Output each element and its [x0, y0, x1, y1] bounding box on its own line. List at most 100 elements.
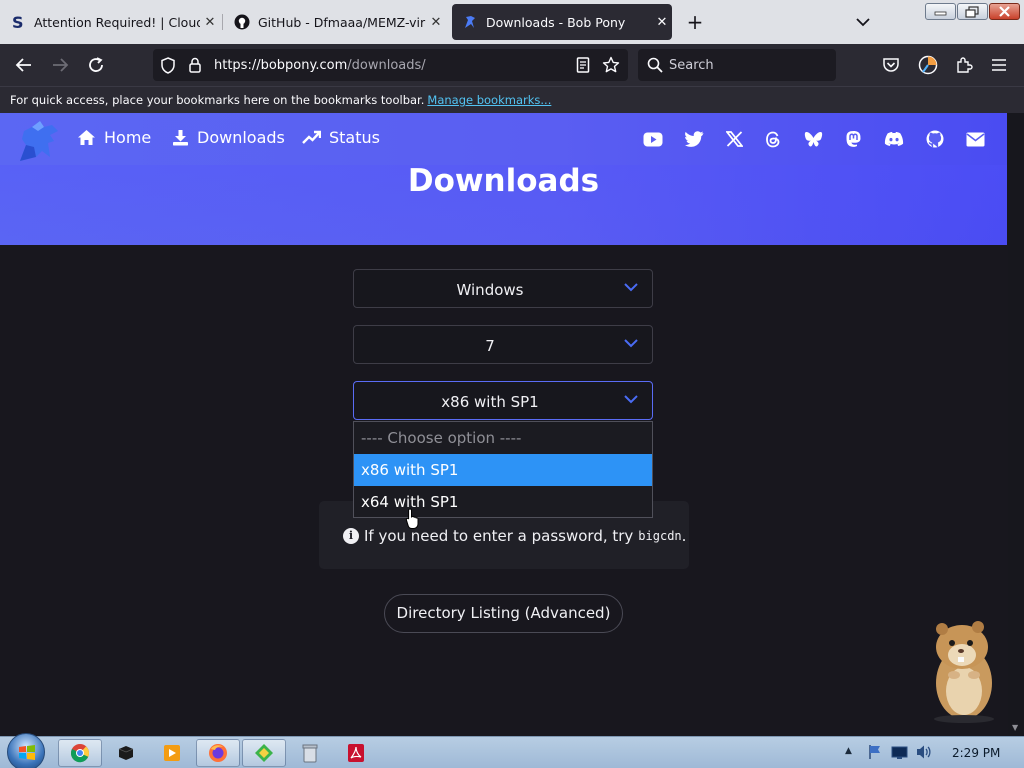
info-period: .	[681, 527, 687, 545]
os-select-value: Windows	[456, 281, 524, 299]
bookmarks-hint: For quick access, place your bookmarks h…	[10, 93, 425, 107]
tab-downloads[interactable]: Downloads - Bob Pony ✕	[452, 4, 672, 40]
taskbar-media-player[interactable]	[150, 739, 194, 767]
hamburger-menu-icon	[992, 59, 1006, 71]
edition-select[interactable]: x86 with SP1	[353, 381, 653, 420]
password-info-text: i If you need to enter a password, try b…	[343, 527, 686, 545]
volume-tray-icon[interactable]	[915, 744, 932, 764]
url-text: https://bobpony.com/downloads/	[214, 58, 426, 73]
new-tab-button[interactable]: +	[683, 10, 707, 34]
taskbar-network-app[interactable]	[242, 739, 286, 767]
tab-title: Downloads - Bob Pony	[486, 14, 626, 30]
address-bar[interactable]: https://bobpony.com/downloads/	[153, 49, 628, 81]
tab-cloudflare[interactable]: S Attention Required! | Cloudflare ✕	[0, 4, 220, 40]
navigation-toolbar: https://bobpony.com/downloads/ Search	[0, 44, 1024, 86]
chevron-down-icon	[856, 17, 870, 26]
nav-status-label: Status	[329, 128, 380, 147]
list-all-tabs-button[interactable]	[852, 12, 874, 32]
os-select[interactable]: Windows	[353, 269, 653, 308]
close-window-button[interactable]	[989, 3, 1020, 20]
nav-home[interactable]: Home	[77, 128, 151, 147]
start-button[interactable]	[7, 733, 45, 768]
shield-icon[interactable]	[160, 57, 176, 78]
mail-icon[interactable]	[965, 129, 985, 149]
dropdown-option[interactable]: x64 with SP1	[354, 486, 652, 518]
restore-icon	[965, 6, 979, 18]
directory-listing-button[interactable]: Directory Listing (Advanced)	[384, 594, 623, 633]
nav-downloads[interactable]: Downloads	[172, 128, 285, 147]
youtube-icon[interactable]	[643, 129, 663, 149]
lock-icon[interactable]	[188, 57, 202, 77]
reader-view-icon[interactable]	[576, 57, 590, 77]
nav-status[interactable]: Status	[302, 128, 380, 147]
reload-button[interactable]	[86, 55, 106, 75]
manage-bookmarks-link[interactable]: Manage bookmarks...	[427, 93, 551, 107]
firefox-icon	[209, 744, 227, 762]
threads-icon[interactable]	[763, 129, 783, 149]
version-select[interactable]: 7	[353, 325, 653, 364]
account-button[interactable]	[918, 55, 938, 75]
github-icon[interactable]	[925, 129, 945, 149]
puzzle-icon	[957, 57, 973, 73]
show-hidden-icons-arrow-icon[interactable]: ▲	[845, 746, 852, 756]
taskbar-recycle-app[interactable]	[288, 739, 332, 767]
bobpony-icon	[462, 14, 478, 30]
pocket-button[interactable]	[881, 55, 901, 75]
bookmarks-toolbar: For quick access, place your bookmarks h…	[0, 86, 1024, 113]
tab-github[interactable]: GitHub - Dfmaaa/MEMZ-virus: ✕	[224, 4, 446, 40]
search-icon	[647, 57, 663, 77]
info-circle-icon: i	[343, 528, 359, 544]
discord-icon[interactable]	[884, 129, 904, 149]
menu-button[interactable]	[989, 55, 1009, 75]
back-button[interactable]	[14, 55, 34, 75]
reload-icon	[89, 57, 103, 72]
taskbar-chrome[interactable]	[58, 739, 102, 767]
bluesky-icon[interactable]	[803, 129, 823, 149]
windows-logo-icon	[19, 745, 35, 760]
taskbar-clock[interactable]: 2:29 PM	[952, 746, 1000, 760]
twitter-icon[interactable]	[684, 129, 704, 149]
minimize-button[interactable]	[925, 3, 956, 20]
search-box[interactable]: Search	[638, 49, 836, 81]
bobpony-logo-icon[interactable]	[14, 117, 62, 165]
close-icon	[999, 6, 1010, 17]
close-tab-icon[interactable]: ✕	[200, 15, 220, 30]
flag-tray-icon[interactable]	[867, 744, 883, 764]
tab-divider	[222, 14, 223, 30]
account-icon	[918, 55, 938, 75]
taskbar-firefox[interactable]	[196, 739, 240, 767]
home-icon	[78, 130, 95, 145]
password-code: bigcdn	[638, 529, 682, 543]
chrome-icon	[70, 744, 90, 763]
tab-title: Attention Required! | Cloudflare	[34, 14, 200, 30]
pdf-icon	[348, 744, 364, 762]
nav-home-label: Home	[104, 128, 152, 147]
forward-button[interactable]	[50, 55, 70, 75]
chevron-down-icon	[624, 283, 638, 292]
tab-title: GitHub - Dfmaaa/MEMZ-virus:	[258, 14, 426, 30]
taskbar-pdf-reader[interactable]	[334, 739, 378, 767]
monitor-tray-icon[interactable]	[891, 745, 908, 764]
version-select-value: 7	[485, 337, 495, 355]
svg-text:S: S	[12, 14, 24, 30]
media-player-icon	[164, 745, 180, 761]
close-tab-icon[interactable]: ✕	[426, 15, 446, 30]
mastodon-icon[interactable]	[843, 129, 863, 149]
page-scrollbar[interactable]: ▼	[1008, 113, 1024, 736]
restore-button[interactable]	[957, 3, 988, 20]
tab-bar: S Attention Required! | Cloudflare ✕ Git…	[0, 0, 1024, 44]
download-icon	[173, 130, 188, 146]
x-icon[interactable]	[724, 129, 744, 149]
back-arrow-icon	[15, 58, 31, 72]
taskbar-terminal[interactable]	[104, 739, 148, 767]
dropdown-option[interactable]: ---- Choose option ----	[354, 422, 652, 454]
chevron-down-icon	[624, 395, 638, 404]
bookmark-star-icon[interactable]	[602, 56, 620, 78]
bookmarks-message: For quick access, place your bookmarks h…	[10, 93, 551, 107]
page-title: Downloads	[407, 163, 600, 199]
cloudflare-s-icon: S	[10, 14, 26, 30]
dropdown-option[interactable]: x86 with SP1	[354, 454, 652, 486]
extensions-button[interactable]	[954, 55, 974, 75]
close-tab-icon[interactable]: ✕	[652, 15, 672, 30]
scroll-down-arrow-icon[interactable]: ▼	[1012, 723, 1018, 732]
